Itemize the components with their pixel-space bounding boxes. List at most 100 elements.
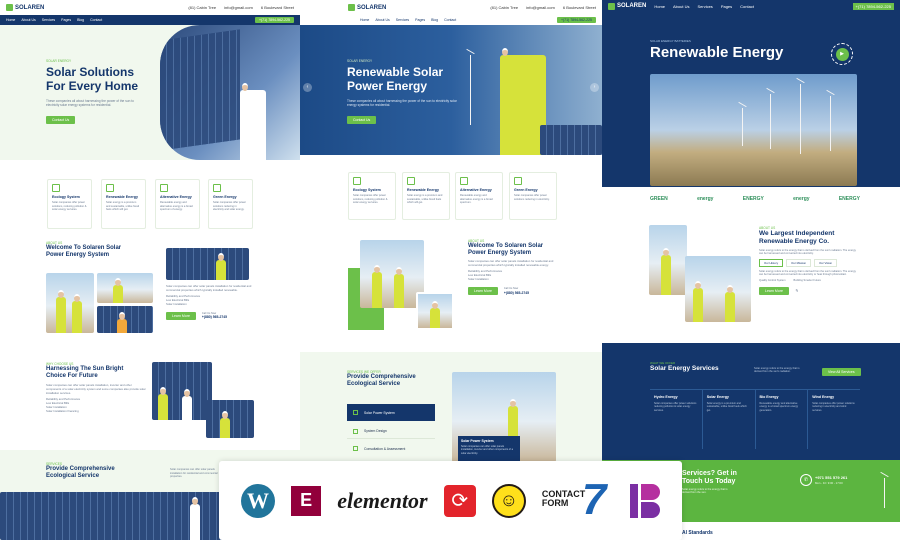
nav-contact[interactable]: Contact — [90, 18, 102, 22]
slider-next-icon[interactable]: › — [590, 83, 599, 92]
about-photo-1 — [46, 273, 94, 333]
hero-contact-button[interactable]: Contact Us — [46, 115, 76, 124]
mailchimp-icon: ☺ — [491, 483, 526, 518]
about-title: Welcome To Solaren Solar Power Energy Sy… — [46, 245, 122, 259]
sun-logo-icon — [608, 2, 615, 10]
about-photo-2b — [416, 292, 454, 330]
hero-section: SOLAR ENERGY Solar Solutions For Every H… — [0, 25, 300, 160]
card-green-2[interactable]: Green Energy Solar companies offer power… — [509, 172, 557, 220]
play-video-button[interactable]: ▶ — [831, 43, 853, 65]
services-section-2: SERVICES WE OFFER Provide Comprehensive … — [300, 352, 602, 462]
demo-home-3: SOLAREN Home About Us Services Pages Con… — [602, 0, 900, 540]
why-section: WHY CHOOSE US Harnessing The Sun Bright … — [0, 350, 300, 445]
solar-panel-icon — [353, 410, 358, 415]
tab-vision[interactable]: Our Vision — [814, 258, 838, 267]
services-section-3: WHAT WE OFFER Solar Energy Services Sola… — [602, 343, 900, 460]
nav-services[interactable]: Services — [42, 18, 55, 22]
nav-phone-button[interactable]: +(71) 7894-562-225 — [254, 17, 294, 23]
partner-logo-4: energy — [793, 196, 810, 202]
hero-section-2: SOLAR ENERGY Renewable Solar Power Energ… — [300, 25, 602, 155]
leaf-icon — [353, 177, 361, 185]
about-photo-3b — [685, 256, 751, 322]
solar-panel-icon — [106, 184, 114, 192]
leaf-icon — [52, 184, 60, 192]
hero-section-3: SOLAR ENERGY BATTERIES Renewable Energy … — [602, 12, 900, 187]
slider-prev-icon[interactable]: ‹ — [303, 83, 312, 92]
logo-2[interactable]: SOLAREN — [348, 4, 386, 11]
elementor-icon: E — [291, 485, 322, 516]
about-photo-3a — [649, 225, 687, 295]
card-renewable[interactable]: Renewable Energy Solar energy is a premi… — [101, 179, 146, 229]
hero-image — [160, 25, 300, 160]
topbar-3: SOLAREN Home About Us Services Pages Con… — [602, 0, 900, 12]
contact-form-7-logo: CONTACT FORM 7 — [541, 474, 607, 524]
service-tab-solar[interactable]: Solar Power System — [347, 404, 435, 421]
why-photo-1 — [152, 362, 212, 420]
nav-pages[interactable]: Pages — [61, 18, 71, 22]
nav-home[interactable]: Home — [6, 18, 15, 22]
tab-mission[interactable]: Our Mission — [786, 258, 812, 267]
tab-history[interactable]: Our History — [759, 258, 784, 267]
about-photo-4 — [166, 248, 249, 280]
about-learn-more-button-2[interactable]: Learn More — [468, 286, 498, 295]
card-ecology[interactable]: Ecology System Solar companies offer pow… — [47, 179, 92, 229]
partner-logo-1: GREEN — [650, 196, 668, 202]
about-photo-2a — [360, 240, 424, 308]
sun-logo-icon — [6, 4, 13, 11]
logo[interactable]: SOLAREN — [6, 4, 44, 11]
plugins-bar: W E elementor ⟳ ☺ CONTACT FORM 7 — [219, 461, 682, 540]
logo-3[interactable]: SOLAREN — [608, 2, 646, 10]
topbar: SOLAREN (81) Cabin Tree info@gmail.com 6… — [0, 0, 300, 15]
wind-farm-photo — [650, 74, 857, 186]
contact-email: info@gmail.com — [224, 5, 253, 10]
service-card: Solar Power System Solar companies can o… — [458, 436, 520, 462]
card-alternative[interactable]: Alternative Energy Renewable energy and … — [155, 179, 200, 229]
service-tab-consultation[interactable]: Consultation & Assessment — [347, 441, 435, 456]
demo-home-2: SOLAREN (81) Cabin Tree info@gmail.com 6… — [300, 0, 602, 540]
demo-home-1: SOLAREN (81) Cabin Tree info@gmail.com 6… — [0, 0, 300, 540]
redux-framework-icon — [629, 483, 660, 518]
partner-logo-5: ENERGY — [838, 196, 860, 202]
design-icon — [353, 428, 358, 434]
hero-title-3: Renewable Energy — [650, 44, 784, 61]
worker-figure — [240, 83, 266, 160]
contact-call: (81) Cabin Tree — [188, 5, 217, 10]
view-all-services-button[interactable]: View All Services — [822, 368, 861, 376]
card-alternative-2[interactable]: Alternative Energy Renewable energy and … — [455, 172, 503, 220]
about-photo-3 — [97, 306, 153, 333]
wind-turbine-icon — [160, 184, 168, 192]
about-section-3: ABOUT US We Largest Independent Renewabl… — [759, 226, 859, 295]
sun-logo-icon — [348, 4, 355, 11]
service-tab-design[interactable]: System Design — [347, 424, 435, 439]
about-learn-more-button-3[interactable]: Learn More — [759, 286, 789, 295]
signature-icon: ✎ — [794, 287, 799, 293]
hero-text: These companies all about harnessing the… — [46, 98, 134, 108]
main-nav-2: Home About Us Services Pages Blog Contac… — [300, 15, 602, 25]
service-solar[interactable]: Solar Energy Solar energy is a premium a… — [703, 390, 756, 449]
hero-contact-button-2[interactable]: Contact Us — [347, 115, 377, 124]
cta-phone[interactable]: +971 551 579 261 — [815, 475, 847, 480]
service-wind[interactable]: Wind Energy Solar companies offer power … — [808, 390, 860, 449]
about-learn-more-button[interactable]: Learn More — [166, 311, 196, 320]
card-ecology-2[interactable]: Ecology System Solar companies offer pow… — [348, 172, 396, 220]
partner-logo-2: energy — [697, 196, 714, 202]
about-list: Reliability and Performance Low Electric… — [166, 293, 201, 306]
nav-blog[interactable]: Blog — [77, 18, 84, 22]
service-hydro[interactable]: Hydro Energy Solar companies offer power… — [650, 390, 703, 449]
hero-tag: SOLAR ENERGY — [46, 59, 72, 63]
why-photo-2 — [206, 400, 254, 438]
partner-logos: GREEN energy ENERGY energy ENERGY — [650, 196, 860, 202]
main-nav: Home About Us Services Pages Blog Contac… — [0, 15, 300, 25]
contact-address: 6 Boulevard Street — [260, 5, 294, 10]
card-green[interactable]: Green Energy Solar companies offer power… — [208, 179, 253, 229]
about-phone[interactable]: +(880) 565-2745 — [202, 315, 227, 319]
phone-icon: ✆ — [800, 474, 812, 486]
nav-about[interactable]: About Us — [21, 18, 35, 22]
about-section: ABOUT US Welcome To Solaren Solar Power … — [46, 241, 156, 259]
play-icon: ▶ — [835, 47, 849, 61]
about-tabs: Our History Our Mission Our Vision — [759, 258, 859, 267]
card-renewable-2[interactable]: Renewable Energy Solar energy is a premi… — [402, 172, 450, 220]
elementor-wordmark: elementor — [337, 487, 428, 513]
service-photo: Solar Power System Solar companies can o… — [452, 372, 556, 462]
service-bio[interactable]: Bio Energy Renewable energy and alternat… — [756, 390, 809, 449]
